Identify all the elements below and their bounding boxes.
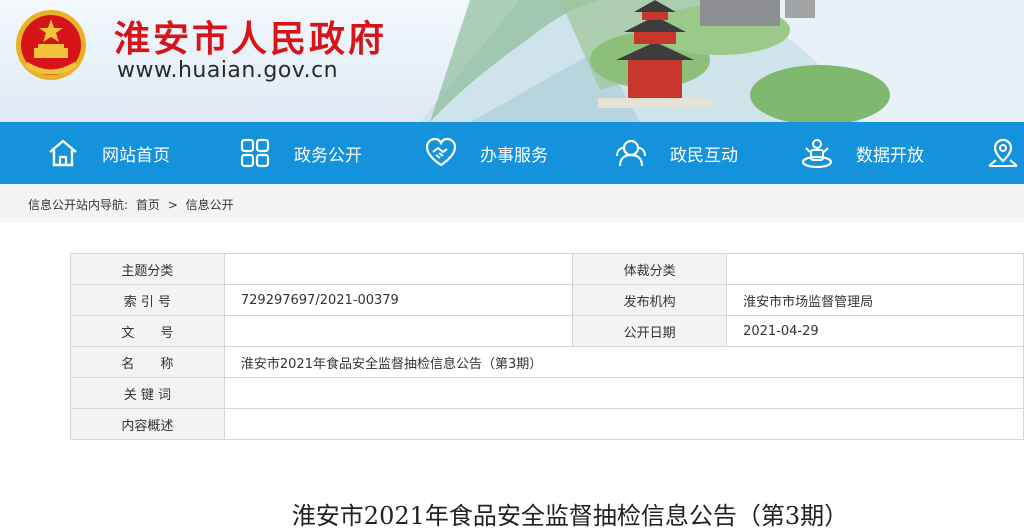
name-value: 淮安市2021年食品安全监督抽检信息公告（第3期）	[223, 346, 1024, 378]
index-label: 索 引 号	[70, 284, 225, 316]
data-icon	[801, 139, 833, 169]
genre-value	[726, 253, 1024, 285]
date-value: 2021-04-29	[726, 315, 1024, 347]
index-value: 729297697/2021-00379	[223, 284, 574, 316]
publisher-label: 发布机构	[572, 284, 728, 316]
keyword-label: 关 键 词	[70, 377, 225, 409]
site-title[interactable]: 淮安市人民政府	[114, 10, 387, 62]
nav-item-services[interactable]: 办事服务	[424, 122, 548, 184]
topic-label: 主题分类	[70, 253, 225, 285]
document-info-table: 主题分类 体裁分类 索 引 号 729297697/2021-00379 发布机…	[70, 253, 1024, 440]
breadcrumb-separator: >	[167, 198, 178, 212]
nav-item-home[interactable]: 网站首页	[46, 122, 170, 184]
breadcrumb: 信息公开站内导航: 首页 > 信息公开	[28, 196, 238, 213]
site-url[interactable]: www.huaian.gov.cn	[117, 58, 338, 83]
table-row: 文 号 公开日期 2021-04-29	[70, 315, 1024, 347]
nav-item-label: 政民互动	[670, 145, 738, 166]
nav-item-open-data[interactable]: 数据开放	[800, 122, 924, 184]
summary-label: 内容概述	[70, 408, 225, 440]
table-row: 索 引 号 729297697/2021-00379 发布机构 淮安市市场监督管…	[70, 284, 1024, 316]
nav-item-interaction[interactable]: 政民互动	[614, 122, 738, 184]
article-title: 淮安市2021年食品安全监督抽检信息公告（第3期）	[291, 502, 849, 530]
handshake-icon	[425, 137, 457, 167]
home-icon	[49, 139, 77, 167]
breadcrumb-bar: 信息公开站内导航: 首页 > 信息公开	[0, 184, 1024, 222]
nav-item-label: 数据开放	[856, 145, 924, 166]
nav-item-map[interactable]	[986, 122, 1020, 184]
breadcrumb-prefix: 信息公开站内导航:	[28, 198, 129, 212]
table-row: 名 称 淮安市2021年食品安全监督抽检信息公告（第3期）	[70, 346, 1024, 378]
breadcrumb-current-link[interactable]: 信息公开	[186, 198, 234, 212]
nav-item-gov-affairs[interactable]: 政务公开	[238, 122, 362, 184]
name-label: 名 称	[70, 346, 225, 378]
table-row: 内容概述	[70, 408, 1024, 440]
nav-item-label: 政务公开	[294, 145, 362, 166]
date-label: 公开日期	[572, 315, 728, 347]
keyword-value	[223, 377, 1024, 409]
map-icon	[988, 138, 1018, 167]
nav-item-label: 网站首页	[102, 145, 170, 166]
grid-icon	[240, 138, 270, 168]
main-nav: 网站首页 政务公开 办事服务 政民互动 数据开放	[0, 122, 1024, 184]
people-icon	[616, 139, 646, 167]
genre-label: 体裁分类	[572, 253, 728, 285]
table-row: 主题分类 体裁分类	[70, 253, 1024, 285]
breadcrumb-home-link[interactable]: 首页	[136, 198, 160, 212]
summary-value	[223, 408, 1024, 440]
docno-label: 文 号	[70, 315, 225, 347]
header-banner: 淮安市人民政府 www.huaian.gov.cn	[0, 0, 1024, 122]
topic-value	[223, 253, 574, 285]
publisher-value: 淮安市市场监督管理局	[726, 284, 1024, 316]
docno-value	[223, 315, 574, 347]
national-emblem-icon	[16, 10, 86, 80]
nav-item-label: 办事服务	[480, 145, 548, 166]
table-row: 关 键 词	[70, 377, 1024, 409]
